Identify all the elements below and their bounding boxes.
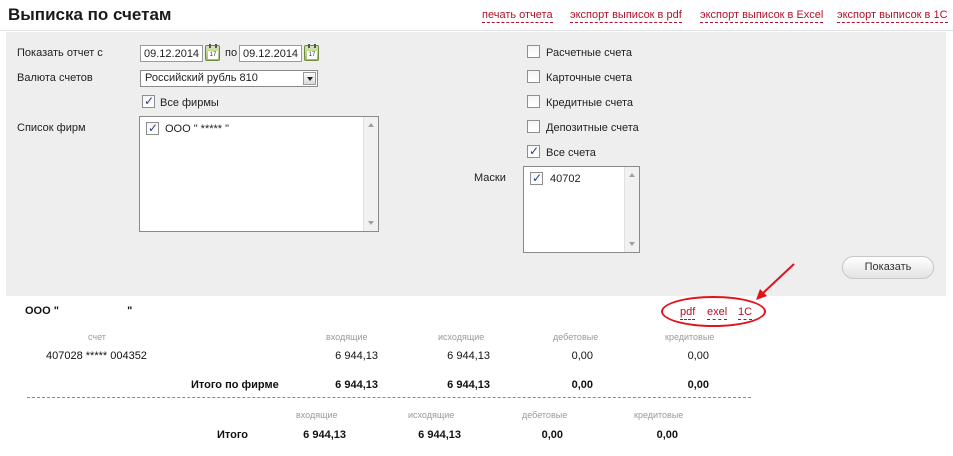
scroll-up-icon[interactable] (368, 123, 374, 127)
scroll-down-icon[interactable] (629, 242, 635, 246)
export-pdf-link[interactable]: экспорт выписок в pdf (570, 9, 682, 23)
firm-total-label: Итого по фирме (191, 379, 279, 391)
total-header-credit: кредитовые (634, 410, 684, 420)
date-from-input[interactable] (140, 45, 203, 62)
calendar-icon[interactable]: 17 (205, 44, 220, 61)
deposit-accounts-label: Депозитные счета (546, 122, 639, 134)
total-header-debit: дебетовые (522, 410, 568, 420)
column-header-incoming: входящие (326, 332, 368, 342)
incoming-value: 6 944,13 (335, 350, 378, 362)
report-firm-name: ООО " " (25, 305, 132, 317)
firm-total-incoming: 6 944,13 (335, 379, 378, 391)
account-number: 407028 ***** 004352 (46, 350, 147, 362)
firm-total-credit: 0,00 (687, 379, 709, 391)
grand-total-label: Итого (217, 429, 249, 441)
firm-total-debit: 0,00 (571, 379, 593, 391)
grand-total-credit: 0,00 (656, 429, 678, 441)
all-accounts-checkbox[interactable] (527, 144, 540, 158)
total-header-outgoing: исходящие (408, 410, 455, 420)
masks-listbox[interactable]: 40702 (523, 166, 640, 253)
firm-name-open: ООО " (25, 305, 59, 317)
column-header-credit: кредитовые (665, 332, 715, 342)
debit-value: 0,00 (571, 350, 593, 362)
firms-listbox[interactable]: ООО " ***** " (139, 116, 379, 232)
settlement-accounts-checkbox[interactable] (527, 45, 540, 58)
masks-label: Маски (474, 172, 506, 184)
firm-checkbox[interactable] (146, 121, 159, 135)
scroll-up-icon[interactable] (629, 173, 635, 177)
scroll-down-icon[interactable] (368, 221, 374, 225)
title-divider (0, 30, 953, 31)
date-to-input[interactable] (239, 45, 302, 62)
page-title: Выписка по счетам (8, 5, 172, 24)
totals-divider (27, 397, 751, 398)
firm-name-close: " (127, 305, 133, 317)
firms-list-label: Список фирм (17, 122, 86, 134)
currency-label: Валюта счетов (17, 72, 93, 84)
column-header-account: счет (88, 332, 106, 342)
grand-total-outgoing: 6 944,13 (418, 429, 461, 441)
column-header-debit: дебетовые (553, 332, 599, 342)
print-report-link[interactable]: печать отчета (482, 9, 553, 23)
calendar-icon[interactable]: 17 (304, 44, 319, 61)
period-label: Показать отчет с (17, 47, 103, 59)
export-1c-link[interactable]: экспорт выписок в 1С (837, 9, 948, 23)
total-header-incoming: входящие (296, 410, 338, 420)
credit-value: 0,00 (687, 350, 709, 362)
show-button[interactable]: Показать (842, 256, 934, 279)
all-accounts-label: Все счета (546, 147, 596, 159)
card-accounts-checkbox[interactable] (527, 70, 540, 83)
annotation-arrow-icon (756, 263, 795, 300)
column-header-outgoing: исходящие (438, 332, 485, 342)
firm-total-outgoing: 6 944,13 (447, 379, 490, 391)
currency-select-value: Российский рубль 810 (145, 72, 258, 84)
masks-scrollbar[interactable] (624, 167, 639, 252)
dropdown-arrow-icon[interactable] (303, 72, 316, 85)
mask-value: 40702 (550, 173, 581, 185)
card-accounts-label: Карточные счета (546, 72, 632, 84)
all-firms-label: Все фирмы (160, 97, 219, 109)
to-label: по (225, 47, 238, 59)
grand-total-incoming: 6 944,13 (303, 429, 346, 441)
settlement-accounts-label: Расчетные счета (546, 47, 633, 59)
grand-total-debit: 0,00 (541, 429, 563, 441)
mask-checkbox[interactable] (530, 171, 543, 185)
annotation-ellipse (661, 296, 766, 327)
firms-scrollbar[interactable] (363, 117, 378, 231)
credit-accounts-checkbox[interactable] (527, 95, 540, 108)
export-excel-link[interactable]: экспорт выписок в Excel (700, 9, 824, 23)
outgoing-value: 6 944,13 (447, 350, 490, 362)
deposit-accounts-checkbox[interactable] (527, 120, 540, 133)
all-firms-checkbox[interactable] (142, 94, 155, 108)
currency-select[interactable]: Российский рубль 810 (140, 70, 318, 87)
firm-name: ООО " ***** " (165, 123, 230, 135)
credit-accounts-label: Кредитные счета (546, 97, 634, 109)
